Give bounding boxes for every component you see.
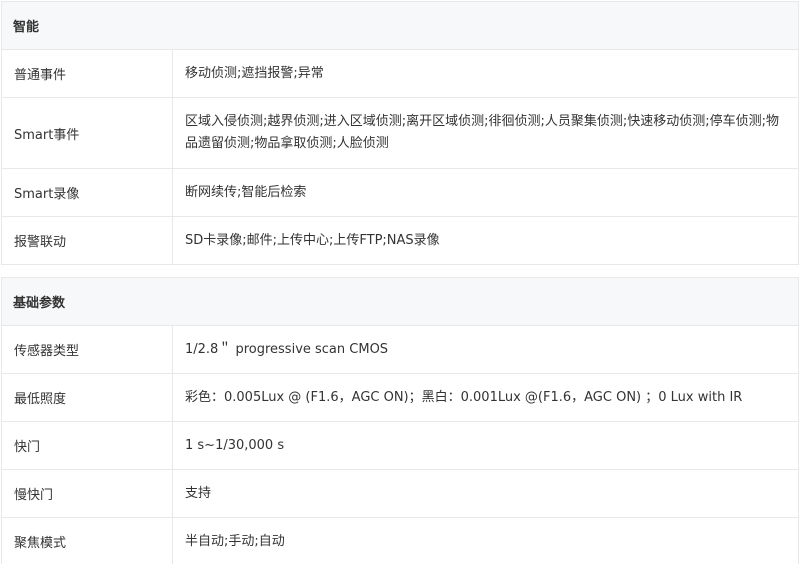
row-value: 支持 <box>172 469 799 518</box>
row-label: Smart录像 <box>1 168 173 217</box>
row-value: 区域入侵侦测;越界侦测;进入区域侦测;离开区域侦测;徘徊侦测;人员聚集侦测;快速… <box>172 97 799 169</box>
row-label: 普通事件 <box>1 49 173 98</box>
table-row: Smart录像 断网续传;智能后检索 <box>1 168 799 217</box>
row-value: 半自动;手动;自动 <box>172 517 799 564</box>
row-label: 传感器类型 <box>1 325 173 374</box>
section-header-smart: 智能 <box>1 1 799 50</box>
row-value: 1/2.8＂ progressive scan CMOS <box>172 325 799 374</box>
row-value: 彩色：0.005Lux @ (F1.6，AGC ON)；黑白：0.001Lux … <box>172 373 799 422</box>
table-row: 慢快门 支持 <box>1 469 799 518</box>
table-row: 最低照度 彩色：0.005Lux @ (F1.6，AGC ON)；黑白：0.00… <box>1 373 799 422</box>
row-value: SD卡录像;邮件;上传中心;上传FTP;NAS录像 <box>172 216 799 265</box>
section-title: 智能 <box>1 1 799 50</box>
row-value: 断网续传;智能后检索 <box>172 168 799 217</box>
row-label: Smart事件 <box>1 97 173 169</box>
section-title: 基础参数 <box>1 277 799 326</box>
section-header-basic: 基础参数 <box>1 277 799 326</box>
spec-table-smart: 智能 普通事件 移动侦测;遮挡报警;异常 Smart事件 区域入侵侦测;越界侦测… <box>1 1 799 265</box>
table-row: 聚焦模式 半自动;手动;自动 <box>1 517 799 564</box>
spec-table-basic: 基础参数 传感器类型 1/2.8＂ progressive scan CMOS … <box>1 277 799 564</box>
table-row: 传感器类型 1/2.8＂ progressive scan CMOS <box>1 325 799 374</box>
row-label: 最低照度 <box>1 373 173 422</box>
table-row: 快门 1 s~1/30,000 s <box>1 421 799 470</box>
row-label: 报警联动 <box>1 216 173 265</box>
table-row: Smart事件 区域入侵侦测;越界侦测;进入区域侦测;离开区域侦测;徘徊侦测;人… <box>1 97 799 169</box>
row-value: 移动侦测;遮挡报警;异常 <box>172 49 799 98</box>
row-value: 1 s~1/30,000 s <box>172 421 799 470</box>
row-label: 慢快门 <box>1 469 173 518</box>
table-row: 报警联动 SD卡录像;邮件;上传中心;上传FTP;NAS录像 <box>1 216 799 265</box>
row-label: 聚焦模式 <box>1 517 173 564</box>
table-row: 普通事件 移动侦测;遮挡报警;异常 <box>1 49 799 98</box>
row-label: 快门 <box>1 421 173 470</box>
